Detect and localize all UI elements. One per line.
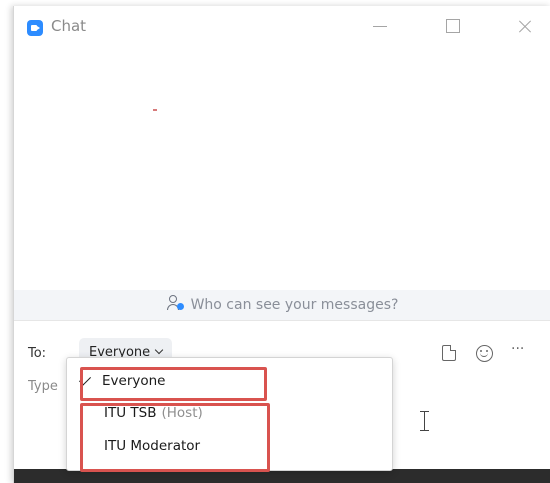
people-icon bbox=[166, 295, 185, 311]
to-label: To: bbox=[28, 346, 47, 361]
emoji-icon[interactable] bbox=[476, 345, 493, 362]
maximize-icon[interactable] bbox=[442, 16, 464, 36]
minimize-icon[interactable] bbox=[369, 16, 391, 36]
highlight-box-participants bbox=[80, 403, 270, 472]
close-icon[interactable] bbox=[514, 16, 536, 36]
privacy-text: Who can see your messages? bbox=[190, 297, 399, 313]
highlight-box-everyone bbox=[80, 367, 267, 401]
zoom-app-icon bbox=[27, 20, 43, 36]
more-options-icon[interactable]: ··· bbox=[511, 341, 524, 357]
chevron-down-icon bbox=[154, 345, 164, 355]
text-cursor-icon bbox=[420, 411, 430, 431]
window-title: Chat bbox=[51, 17, 87, 35]
title-bar: Chat bbox=[14, 6, 550, 46]
stray-mark bbox=[153, 109, 157, 111]
message-area bbox=[14, 46, 550, 290]
privacy-info-bar[interactable]: Who can see your messages? bbox=[14, 290, 550, 320]
screenshot-frame: Chat Who can see your messages? To: Ever… bbox=[0, 0, 550, 483]
file-icon[interactable] bbox=[442, 345, 456, 361]
